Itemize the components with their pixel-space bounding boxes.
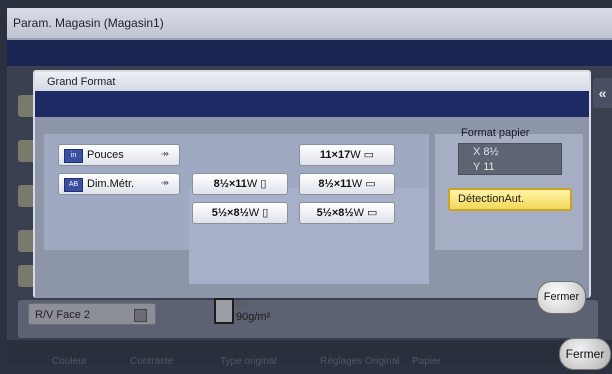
size-label: 8½×11 xyxy=(318,178,352,190)
dialog-header-band xyxy=(35,91,589,117)
close-button-dialog[interactable]: Fermer xyxy=(537,281,586,314)
size-11x17-landscape[interactable]: 11×17W ▭ xyxy=(299,144,395,166)
pouces-label: Pouces xyxy=(87,149,124,161)
tab-reglages-original[interactable]: Réglages Original xyxy=(320,356,400,367)
portrait-icon: W ▯ xyxy=(246,178,267,190)
window-titlebar: Param. Magasin (Magasin1) xyxy=(7,8,612,40)
format-papier-label: Format papier xyxy=(461,127,530,139)
dim-metr-label: Dim.Métr. xyxy=(87,178,135,190)
rv-face-label: R/V Face 2 xyxy=(35,309,91,321)
size-5-5x8-5-portrait[interactable]: 5½×8½W ▯ xyxy=(192,202,288,224)
metric-icon: AB xyxy=(64,178,83,192)
size-label: 5½×8½ xyxy=(211,207,249,219)
close-button-main[interactable]: Fermer xyxy=(559,338,611,370)
window-header-band xyxy=(7,40,612,66)
pouces-button[interactable]: in Pouces ↠ xyxy=(58,144,180,166)
size-8-5x11-portrait[interactable]: 8½×11W ▯ xyxy=(192,173,288,195)
paper-icon xyxy=(214,298,234,324)
size-label: 8½×11 xyxy=(213,178,247,190)
checkbox-icon xyxy=(134,309,147,322)
inch-icon: in xyxy=(64,149,83,163)
paper-y-value: Y 11 xyxy=(473,161,495,173)
paper-weight-top: 60 - xyxy=(236,299,254,310)
dialog-title: Grand Format xyxy=(47,76,116,88)
landscape-icon: W ▭ xyxy=(351,178,376,190)
portrait-icon: W ▯ xyxy=(248,207,269,219)
dialog-body: in Pouces ↠ AB Dim.Métr. ↠ 11×17W ▭ 8½×1… xyxy=(35,117,589,298)
tab-papier[interactable]: Papier xyxy=(412,356,441,367)
size-5-5x8-5-landscape[interactable]: 5½×8½W ▭ xyxy=(299,202,395,224)
dialog-titlebar: Grand Format xyxy=(35,72,589,91)
size-selection-panel: in Pouces ↠ AB Dim.Métr. ↠ 11×17W ▭ 8½×1… xyxy=(44,134,429,284)
landscape-icon: W ▭ xyxy=(353,207,378,219)
format-papier-panel: Format papier X 8½ Y 11 DétectionAut. xyxy=(435,127,583,250)
bottom-tab-bar xyxy=(7,340,612,365)
detection-auto-button[interactable]: DétectionAut. xyxy=(448,188,572,211)
dim-metr-button[interactable]: AB Dim.Métr. ↠ xyxy=(58,173,180,195)
size-label: 11×17 xyxy=(319,149,351,161)
paper-size-display: X 8½ Y 11 xyxy=(458,143,562,175)
landscape-icon: W ▭ xyxy=(350,149,375,161)
tab-type-original[interactable]: Type original xyxy=(220,356,277,367)
window-title: Param. Magasin (Magasin1) xyxy=(13,16,164,30)
rv-face-button[interactable]: R/V Face 2 xyxy=(28,303,156,325)
grand-format-dialog: Grand Format in Pouces ↠ AB Dim.Métr. ↠ … xyxy=(33,70,591,314)
paper-x-value: X 8½ xyxy=(473,146,499,158)
double-arrow-icon: ↠ xyxy=(160,178,169,189)
size-label: 5½×8½ xyxy=(316,207,354,219)
tab-contraste[interactable]: Contraste xyxy=(130,356,173,367)
paper-weight-label: 90g/m² xyxy=(236,311,271,323)
tab-couleur[interactable]: Couleur xyxy=(52,356,87,367)
double-left-arrow-icon[interactable]: « xyxy=(593,78,612,108)
double-arrow-icon: ↠ xyxy=(160,149,169,160)
size-8-5x11-landscape[interactable]: 8½×11W ▭ xyxy=(299,173,395,195)
